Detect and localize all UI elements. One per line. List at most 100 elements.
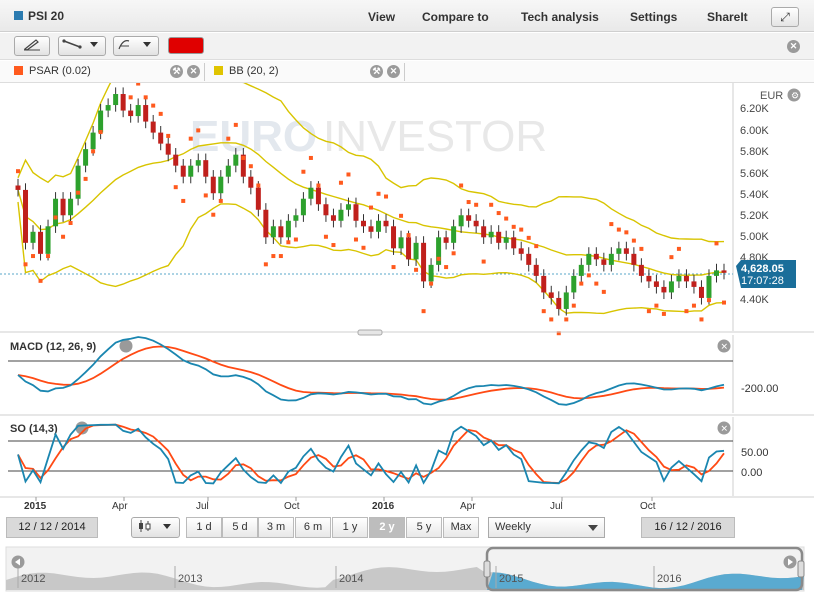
psar-dot — [316, 183, 321, 188]
psar-dot — [414, 267, 419, 272]
pencil-icon[interactable] — [14, 36, 50, 56]
close-icon[interactable]: ✕ — [187, 65, 200, 78]
candle-body — [98, 110, 104, 133]
psar-dot — [519, 227, 524, 232]
psar-dot — [646, 309, 651, 314]
psar-dot — [263, 262, 268, 267]
candle-body — [345, 204, 351, 210]
range-5y[interactable]: 5 y — [406, 517, 442, 538]
range-2y[interactable]: 2 y — [369, 517, 405, 538]
menu-view[interactable]: View — [368, 10, 395, 24]
candle-body — [113, 94, 119, 106]
close-icon[interactable]: ✕ — [787, 40, 800, 53]
menu-shareit[interactable]: ShareIt — [707, 10, 748, 24]
psar-dot — [564, 317, 569, 322]
psar-dot — [323, 234, 328, 239]
candle-body — [173, 154, 179, 166]
close-icon[interactable]: ✕ — [387, 65, 400, 78]
candle-body — [571, 275, 577, 293]
psar-dot — [256, 183, 261, 188]
navigator-year-label: 2012 — [21, 573, 45, 585]
psar-dot — [436, 256, 441, 261]
candle-body — [308, 187, 314, 199]
psar-dot — [579, 281, 584, 286]
candle-body — [593, 253, 599, 260]
psar-dot — [369, 205, 373, 210]
candle-body — [428, 264, 434, 282]
indicator-bb[interactable]: BB (20, 2) — [214, 65, 279, 79]
psar-dot — [669, 255, 674, 260]
indicator-psar[interactable]: PSAR (0.02) — [14, 65, 91, 79]
interval-select[interactable]: Weekly — [488, 517, 605, 538]
psar-dot — [308, 155, 313, 160]
psar-dot — [143, 95, 148, 100]
start-date-field[interactable]: 12 / 12 / 2014 — [6, 517, 98, 538]
chart-type-candles-icon[interactable] — [131, 517, 180, 538]
psar-dot — [166, 133, 171, 138]
navigator[interactable]: 2012 2013 2014 2015 2016 — [0, 544, 814, 594]
menu-tech-analysis[interactable]: Tech analysis — [521, 10, 599, 24]
price-axis-tick: 4.40K — [740, 294, 769, 306]
navigator-left-handle[interactable] — [483, 560, 491, 578]
candle-body — [83, 149, 89, 166]
last-price-time: 17:07:28 — [741, 275, 784, 287]
line-color-swatch[interactable] — [168, 37, 204, 54]
psar-dot — [609, 222, 614, 227]
resize-handle[interactable] — [357, 329, 383, 336]
candle-body — [203, 160, 209, 177]
candle-body — [398, 237, 404, 249]
candle-body — [451, 226, 457, 243]
range-1d[interactable]: 1 d — [186, 517, 222, 538]
psar-dot — [391, 265, 396, 270]
expand-icon[interactable]: ⤢ — [771, 7, 799, 27]
candle-body — [533, 264, 539, 276]
price-axis-tick: 6.00K — [740, 125, 769, 137]
last-price-value: 4,628.05 — [741, 263, 784, 275]
psar-dot — [136, 83, 141, 86]
chart-area[interactable]: EURO INVESTOR EUR ⚙ 6.20K 6.00K 5.80K 5.60K… — [0, 83, 814, 515]
x-axis-label: Jul — [196, 501, 209, 512]
psar-dot — [429, 281, 434, 286]
psar-dot — [293, 237, 298, 242]
candle-body — [360, 220, 366, 227]
candle-body — [330, 215, 336, 221]
range-3m[interactable]: 3 m — [258, 517, 294, 538]
candle-body — [23, 189, 29, 243]
end-date-field[interactable]: 16 / 12 / 2016 — [641, 517, 735, 538]
wrench-icon[interactable]: ⚒ — [170, 65, 183, 78]
psar-dot — [549, 317, 554, 322]
psar-dot — [451, 251, 456, 256]
line-tool-icon[interactable] — [58, 36, 106, 56]
psar-dot — [286, 240, 291, 245]
psar-dot — [459, 183, 464, 188]
close-icon-glyph: ✕ — [721, 424, 729, 434]
navigator-right-handle[interactable] — [797, 560, 805, 578]
candle-body — [278, 226, 284, 238]
menu-settings[interactable]: Settings — [630, 10, 677, 24]
candle-body — [300, 198, 306, 216]
psar-dot — [474, 202, 479, 207]
price-axis-tick: 5.40K — [740, 189, 769, 201]
psar-dot — [444, 265, 449, 270]
range-5d[interactable]: 5 d — [222, 517, 258, 538]
candle-body — [285, 220, 291, 238]
range-1y[interactable]: 1 y — [332, 517, 368, 538]
wrench-icon[interactable]: ⚒ — [370, 65, 383, 78]
fibonacci-icon[interactable] — [113, 36, 159, 56]
psar-dot — [203, 193, 208, 198]
x-axis-label: Oct — [284, 501, 300, 512]
psar-dot — [301, 169, 306, 174]
psar-dot — [676, 246, 681, 251]
candle-body — [691, 281, 697, 287]
psar-dot — [421, 309, 426, 314]
price-axis-tick: 6.20K — [740, 103, 769, 115]
menu-compare-to[interactable]: Compare to — [422, 10, 489, 24]
navigator-year-label: 2016 — [657, 573, 681, 585]
range-max[interactable]: Max — [443, 517, 479, 538]
range-6m[interactable]: 6 m — [295, 517, 331, 538]
so-tick-50: 50.00 — [741, 447, 769, 459]
candle-body — [210, 176, 216, 194]
psar-dot — [639, 246, 644, 251]
candle-body — [413, 242, 419, 260]
psar-dot — [534, 244, 539, 249]
